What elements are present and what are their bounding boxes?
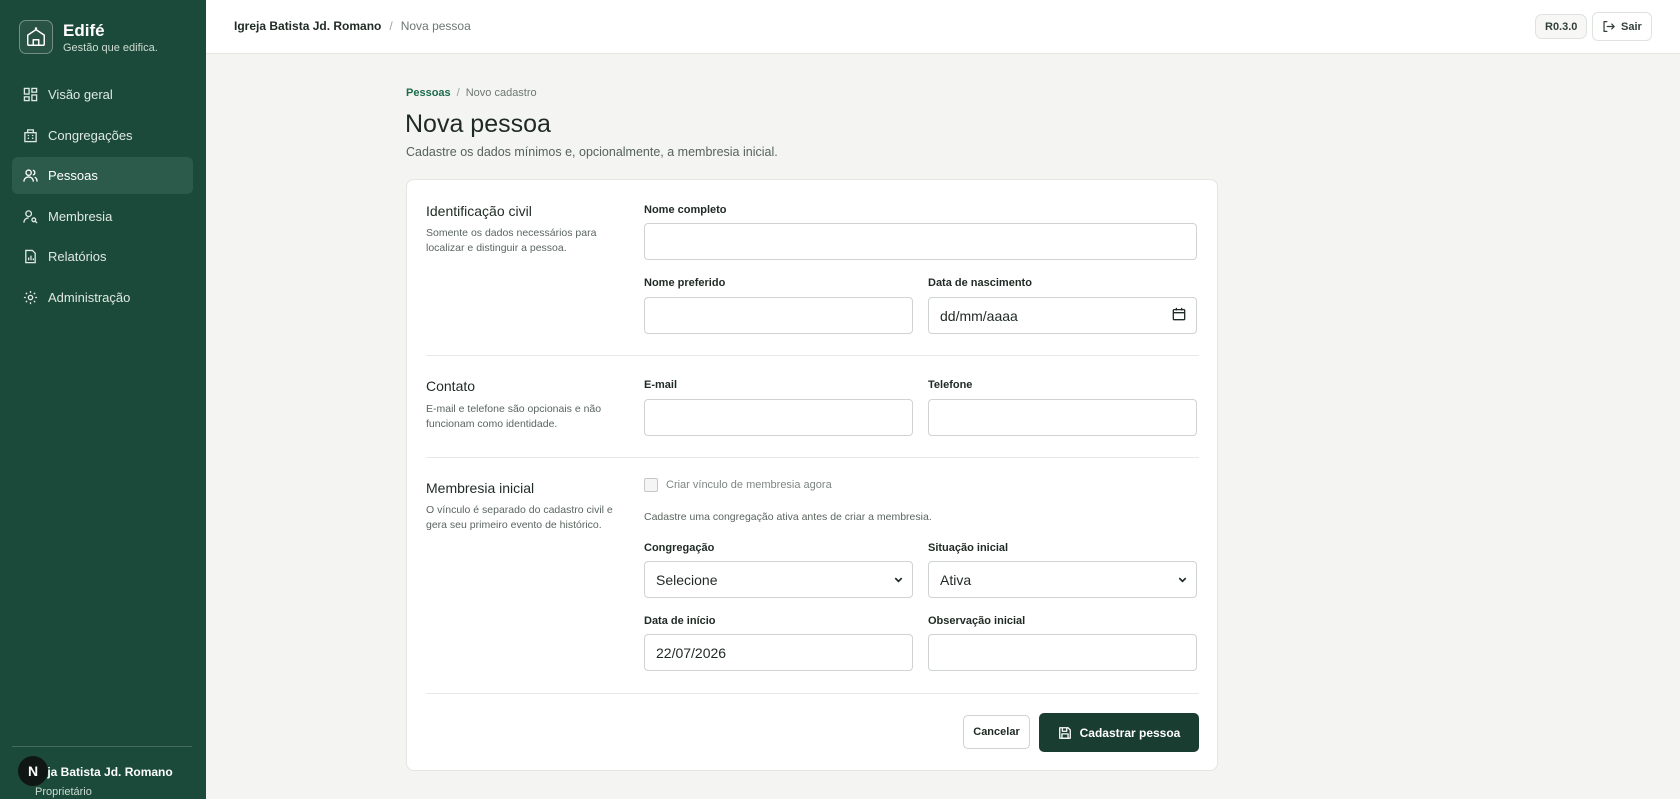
- cancel-button[interactable]: Cancelar: [963, 715, 1030, 749]
- sidebar-item-administracao[interactable]: Administração: [12, 279, 193, 316]
- section-divider: [426, 355, 1199, 356]
- congregation-select[interactable]: Selecione: [644, 561, 913, 598]
- breadcrumb-current: Novo cadastro: [465, 87, 537, 99]
- membership-hint: Cadastre uma congregação ativa antes de …: [644, 511, 932, 523]
- gear-icon: [22, 289, 38, 305]
- user-key-icon: [22, 208, 38, 224]
- preferred-name-input[interactable]: [644, 297, 913, 334]
- building-icon: [22, 127, 38, 143]
- version-badge: R0.3.0: [1535, 14, 1588, 39]
- initial-status-value: Ativa: [940, 571, 972, 588]
- email-field[interactable]: [644, 399, 913, 436]
- logout-icon: [1602, 20, 1615, 33]
- sidebar-divider: [12, 746, 192, 747]
- full-name-label: Nome completo: [644, 204, 727, 216]
- section-desc-membership: O vínculo é separado do cadastro civil e…: [426, 504, 613, 531]
- person-form-card: Identificação civil Somente os dados nec…: [406, 179, 1218, 771]
- initial-status-label: Situação inicial: [928, 542, 1009, 554]
- start-date-label: Data de início: [644, 615, 716, 627]
- topbar: Igreja Batista Jd. Romano / Nova pessoa …: [206, 0, 1680, 54]
- phone-label: Telefone: [928, 379, 973, 391]
- phone-field[interactable]: [928, 399, 1197, 436]
- submit-label: Cadastrar pessoa: [1079, 725, 1181, 740]
- congregation-value: Selecione: [656, 571, 718, 588]
- user-role: Proprietário: [35, 786, 92, 798]
- sidebar-item-membresia[interactable]: Membresia: [12, 198, 193, 235]
- birth-date-input[interactable]: dd/mm/aaaa: [928, 297, 1197, 334]
- section-title-membership: Membresia inicial: [426, 480, 535, 496]
- congregation-label: Congregação: [644, 542, 715, 554]
- save-icon: [1058, 726, 1072, 740]
- email-label: E-mail: [644, 379, 678, 391]
- logout-label: Sair: [1621, 20, 1642, 33]
- sidebar-item-label: Membresia: [48, 208, 113, 224]
- logout-button[interactable]: Sair: [1592, 12, 1652, 41]
- section-title-contact: Contato: [426, 378, 476, 394]
- sidebar-item-label: Visão geral: [48, 87, 113, 102]
- create-membership-row: Criar vínculo de membresia agora: [644, 478, 832, 492]
- page-title: Nova pessoa: [405, 110, 551, 138]
- report-icon: [22, 249, 38, 265]
- submit-person-button[interactable]: Cadastrar pessoa: [1039, 713, 1199, 752]
- grid-icon: [22, 87, 38, 103]
- sidebar-item-relatorios[interactable]: Relatórios: [12, 238, 193, 275]
- org-name: Igreja Batista Jd. Romano: [234, 19, 382, 33]
- sidebar-item-congregacoes[interactable]: Congregações: [12, 117, 193, 154]
- section-divider: [426, 693, 1199, 694]
- section-desc-civil: Somente os dados necessários para locali…: [426, 227, 597, 254]
- user-org-name: reja Batista Jd. Romano: [36, 765, 173, 779]
- breadcrumb-separator: /: [456, 87, 460, 99]
- calendar-icon[interactable]: [1172, 307, 1186, 324]
- breadcrumb: Pessoas / Novo cadastro: [406, 87, 537, 99]
- current-page: Nova pessoa: [400, 19, 471, 33]
- sidebar-item-visao-geral[interactable]: Visão geral: [12, 76, 193, 113]
- sidebar-item-label: Administração: [48, 289, 131, 305]
- initial-status-select[interactable]: Ativa: [928, 561, 1197, 598]
- chevron-down-icon: [893, 572, 904, 588]
- users-icon: [22, 168, 38, 184]
- create-membership-checkbox[interactable]: [644, 478, 658, 492]
- sidebar-item-pessoas[interactable]: Pessoas: [12, 157, 193, 195]
- breadcrumb-top: Igreja Batista Jd. Romano / Nova pessoa: [234, 19, 471, 33]
- preferred-name-label: Nome preferido: [644, 277, 726, 289]
- start-date-input[interactable]: 22/07/2026: [644, 634, 913, 671]
- brand-tagline: Gestão que edifica.: [63, 41, 158, 54]
- create-membership-label: Criar vínculo de membresia agora: [666, 479, 832, 491]
- section-title-civil: Identificação civil: [426, 203, 532, 219]
- section-desc-contact: E-mail e telefone são opcionais e não fu…: [426, 403, 602, 430]
- birth-date-label: Data de nascimento: [928, 277, 1032, 289]
- breadcrumb-link-pessoas[interactable]: Pessoas: [406, 87, 451, 99]
- birth-date-placeholder: dd/mm/aaaa: [940, 307, 1018, 324]
- brand[interactable]: Edifé Gestão que edifica.: [19, 20, 158, 54]
- church-logo-icon: [19, 20, 53, 54]
- full-name-input[interactable]: [644, 223, 1197, 260]
- page-subtitle: Cadastre os dados mínimos e, opcionalmen…: [406, 145, 778, 159]
- section-divider: [426, 457, 1199, 458]
- breadcrumb-separator: /: [389, 19, 393, 33]
- avatar[interactable]: N: [18, 756, 48, 786]
- sidebar-item-label: Pessoas: [48, 168, 98, 184]
- sidebar: Edifé Gestão que edifica. Visão geral Co…: [0, 0, 206, 799]
- brand-name: Edifé: [63, 20, 105, 40]
- initial-note-label: Observação inicial: [928, 615, 1026, 627]
- sidebar-item-label: Relatórios: [48, 249, 107, 265]
- chevron-down-icon: [1177, 572, 1188, 588]
- sidebar-nav: Visão geral Congregações Pessoas Membres…: [12, 76, 193, 320]
- sidebar-item-label: Congregações: [48, 127, 133, 143]
- initial-note-input[interactable]: [928, 634, 1197, 671]
